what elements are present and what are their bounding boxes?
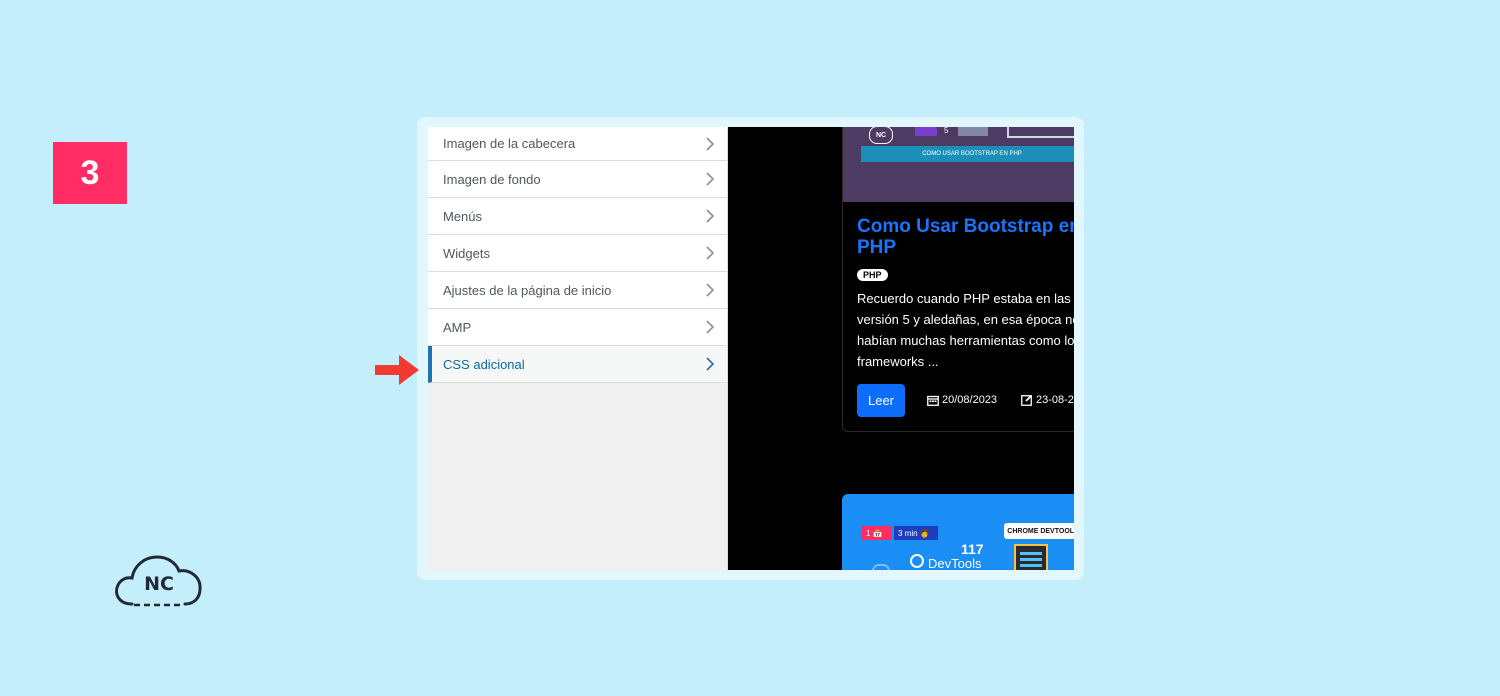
post-card-devtools[interactable]: 1 📅 3 min 👩 CHROME DEVTOOLS 117 DevTools [842,494,1074,570]
thumbnail-title: DevTools [928,556,982,570]
excerpt-line: Recuerdo cuando PHP estaba en las [857,291,1071,306]
thumbnail-read-time: 3 min 👩 [894,526,938,540]
chevron-right-icon [706,283,715,297]
excerpt-line: versión 5 y aledañas, en esa época no [857,312,1074,327]
sidebar-item-label: Imagen de fondo [443,171,541,187]
arrow-right-icon [375,355,419,385]
customizer-screen: Imagen de la cabecera Imagen de fondo Me… [428,127,1074,570]
date-updated: 23-08-2 [1036,394,1074,406]
thumbnail-caption: COMO USAR BOOTSTRAP EN PHP [861,146,1074,162]
sidebar-item-label: Imagen de la cabecera [443,136,576,151]
thumbnail-number: 5 [944,127,949,135]
excerpt-line: frameworks ... [857,354,939,369]
post-tag[interactable]: PHP [857,269,888,281]
code-window-icon [1014,544,1048,570]
post-excerpt: Recuerdo cuando PHP estaba en las versió… [857,288,1074,372]
chevron-right-icon [706,246,715,260]
thumbnail-version: 117 [961,541,984,557]
sidebar-item-label: AMP [443,319,472,335]
read-button[interactable]: Leer [857,384,905,417]
edit-icon [1021,394,1033,406]
thumbnail-php-logo [915,127,937,136]
sidebar-item-label: Ajustes de la página de inicio [443,282,612,298]
customizer-sidebar: Imagen de la cabecera Imagen de fondo Me… [428,127,728,570]
sidebar-item-background-image[interactable]: Imagen de fondo [428,161,727,198]
nc-logo: NC [112,549,206,611]
logo-text: NC [144,573,174,595]
sidebar-item-homepage-settings[interactable]: Ajustes de la página de inicio [428,272,727,309]
sidebar-item-additional-css[interactable]: CSS adicional [428,346,727,383]
chevron-right-icon [706,136,715,151]
post-thumbnail[interactable]: NC 5 COMO USAR BOOTSTRAP EN PHP [843,127,1074,202]
site-preview: NC 5 COMO USAR BOOTSTRAP EN PHP Como Usa… [728,127,1074,570]
sidebar-item-header-image[interactable]: Imagen de la cabecera [428,127,727,161]
sidebar-item-menus[interactable]: Menús [428,198,727,235]
cloud-icon [872,564,890,570]
post-date: 20/08/2023 [927,394,997,406]
sidebar-item-amp[interactable]: AMP [428,309,727,346]
devtools-logo-icon [910,554,924,568]
thumbnail-tag: CHROME DEVTOOLS [1004,523,1074,539]
post-updated: 23-08-2 [1021,394,1074,406]
sidebar-item-label: Widgets [443,245,490,261]
chevron-right-icon [706,320,715,334]
calendar-icon [927,395,939,406]
sidebar-item-label: Menús [443,208,483,224]
step-badge: 3 [53,142,127,204]
date-published: 20/08/2023 [942,394,998,406]
chevron-right-icon [706,209,715,223]
chevron-right-icon [706,357,715,371]
post-title[interactable]: Como Usar Bootstrap en PHP [857,216,1074,258]
thumbnail-badge: 1 📅 [862,526,892,540]
sidebar-item-label: CSS adicional [443,356,525,372]
post-card: NC 5 COMO USAR BOOTSTRAP EN PHP Como Usa… [842,127,1074,432]
thumbnail-box [1007,127,1074,138]
excerpt-line: habían muchas herramientas como lo [857,333,1074,348]
chevron-right-icon [706,172,715,186]
thumbnail-logo: NC [869,127,893,144]
sidebar-item-widgets[interactable]: Widgets [428,235,727,272]
thumbnail-figures [958,127,988,136]
